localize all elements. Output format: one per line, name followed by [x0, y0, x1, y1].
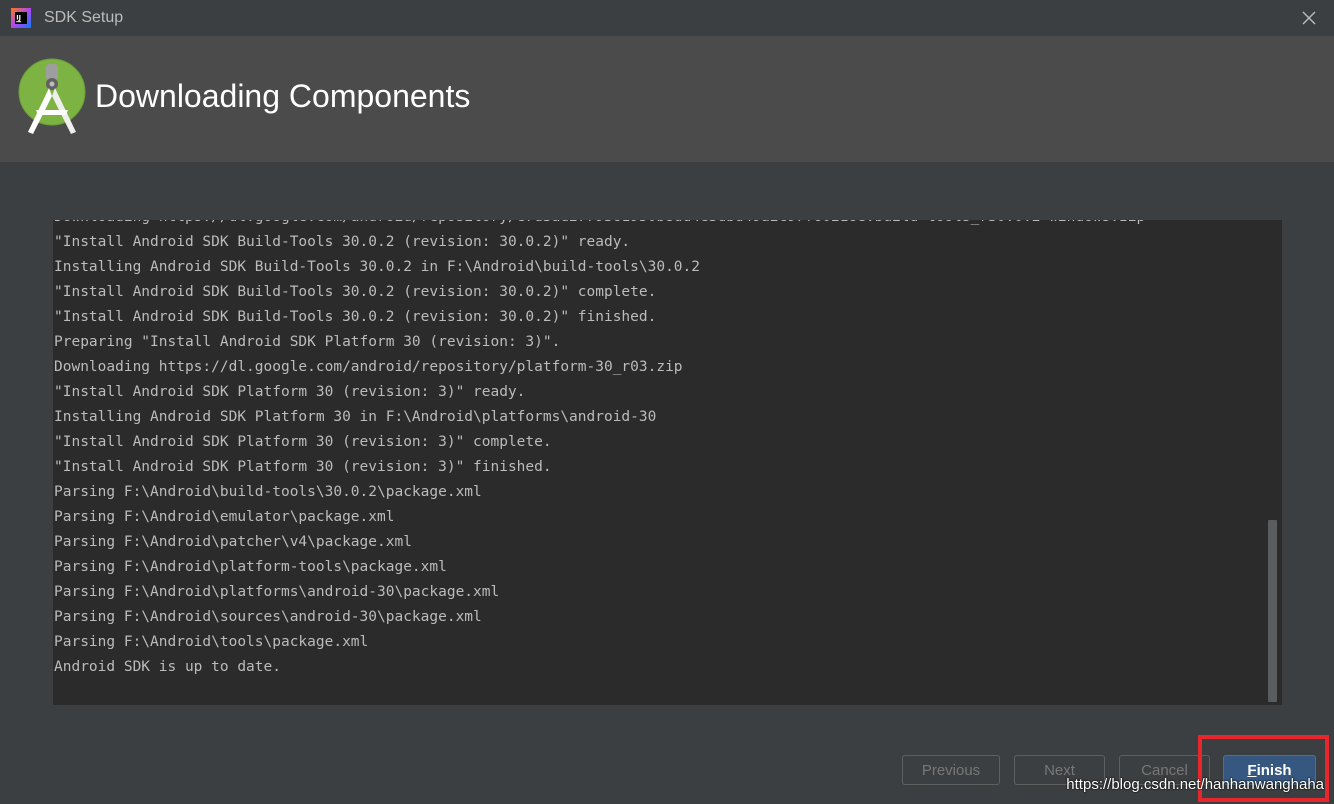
log-line: "Install Android SDK Build-Tools 30.0.2 … — [54, 280, 1264, 305]
previous-button[interactable]: Previous — [902, 755, 1000, 785]
log-line: Parsing F:\Android\patcher\v4\package.xm… — [54, 530, 1264, 555]
title-bar: IJ SDK Setup — [0, 0, 1334, 36]
page-title: Downloading Components — [95, 77, 470, 115]
android-studio-logo — [18, 58, 86, 136]
log-line: Downloading https://dl.google.com/androi… — [54, 220, 1264, 230]
previous-button-label: Previous — [922, 762, 980, 779]
log-lines: Downloading https://dl.google.com/androi… — [54, 220, 1264, 680]
log-line: Installing Android SDK Build-Tools 30.0.… — [54, 255, 1264, 280]
window-title: SDK Setup — [44, 9, 123, 27]
log-line: Parsing F:\Android\platforms\android-30\… — [54, 580, 1264, 605]
log-line: Parsing F:\Android\sources\android-30\pa… — [54, 605, 1264, 630]
log-line: Android SDK is up to date. — [54, 655, 1264, 680]
download-log[interactable]: Downloading https://dl.google.com/androi… — [53, 220, 1282, 705]
sdk-setup-window: IJ SDK Setup Downloading Components Down… — [0, 0, 1334, 804]
log-line: "Install Android SDK Platform 30 (revisi… — [54, 380, 1264, 405]
log-line: Parsing F:\Android\build-tools\30.0.2\pa… — [54, 480, 1264, 505]
log-line: "Install Android SDK Build-Tools 30.0.2 … — [54, 230, 1264, 255]
watermark: https://blog.csdn.net/hanhanwanghaha — [1066, 776, 1324, 793]
log-line: Parsing F:\Android\tools\package.xml — [54, 630, 1264, 655]
log-line: "Install Android SDK Build-Tools 30.0.2 … — [54, 305, 1264, 330]
log-line: Parsing F:\Android\platform-tools\packag… — [54, 555, 1264, 580]
log-line: Preparing "Install Android SDK Platform … — [54, 330, 1264, 355]
svg-text:IJ: IJ — [16, 14, 21, 22]
log-scrollbar-thumb[interactable] — [1268, 520, 1277, 702]
log-line: Downloading https://dl.google.com/androi… — [54, 355, 1264, 380]
log-line: "Install Android SDK Platform 30 (revisi… — [54, 455, 1264, 480]
wizard-header: Downloading Components — [0, 36, 1334, 162]
log-line: Parsing F:\Android\emulator\package.xml — [54, 505, 1264, 530]
log-line: "Install Android SDK Platform 30 (revisi… — [54, 430, 1264, 455]
close-icon[interactable] — [1300, 9, 1318, 27]
intellij-icon: IJ — [11, 8, 31, 28]
log-line: Installing Android SDK Platform 30 in F:… — [54, 405, 1264, 430]
